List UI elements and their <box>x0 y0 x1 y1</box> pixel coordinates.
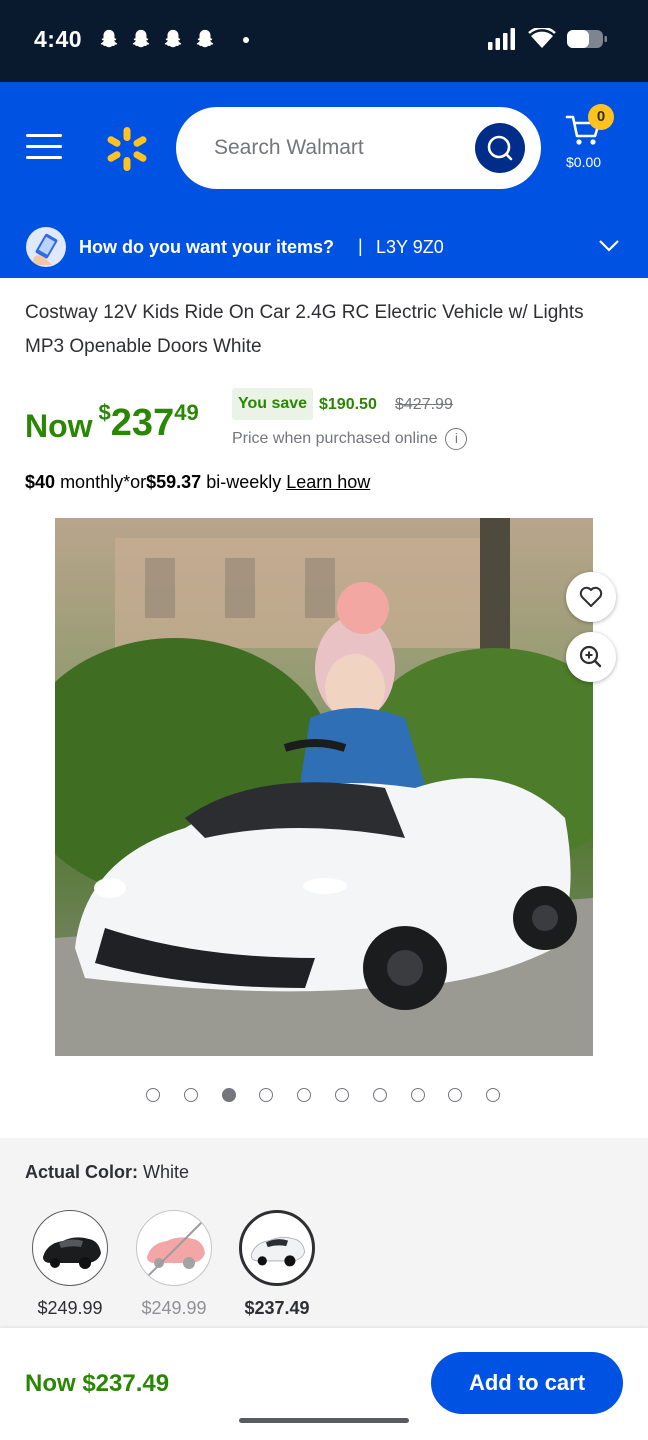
snapchat-icon <box>164 29 182 48</box>
chevron-down-icon <box>599 240 619 252</box>
status-bar: 4:40 <box>0 0 648 82</box>
signal-icon <box>488 28 515 50</box>
cart-button[interactable]: 0 $0.00 <box>562 104 622 174</box>
fulfillment-question: How do you want your items? <box>79 237 335 257</box>
product-title: Costway 12V Kids Ride On Car 2.4G RC Ele… <box>25 302 584 357</box>
search-icon <box>487 135 513 161</box>
current-price: Now $ 237 49 <box>25 398 199 445</box>
add-to-cart-button[interactable]: Add to cart <box>431 1352 623 1414</box>
swatch-black[interactable] <box>32 1210 108 1286</box>
carousel-dot[interactable] <box>146 1088 160 1102</box>
biweekly-text: bi-weekly <box>206 472 282 492</box>
battery-icon <box>567 30 607 48</box>
learn-how-link[interactable]: Learn how <box>286 472 370 492</box>
monthly-amount: $40 <box>25 472 56 492</box>
actual-color-title: Actual Color: <box>25 1162 139 1182</box>
search-bar <box>176 107 541 189</box>
price-prefix: Now <box>25 408 93 444</box>
save-amount: $190.50 <box>319 396 377 413</box>
notification-icons <box>98 28 216 50</box>
carousel-dot[interactable] <box>221 1088 236 1102</box>
swatch-white-price: $237.49 <box>244 1298 310 1318</box>
was-price: $427.99 <box>395 396 453 413</box>
phone-delivery-icon <box>26 227 66 267</box>
swatch-white[interactable] <box>239 1210 315 1286</box>
bottom-action-bar: Now $237.49 Add to cart <box>0 1328 648 1440</box>
online-note-text: Price when purchased online <box>232 430 438 447</box>
actual-color-label: Actual Color: White <box>25 1162 189 1183</box>
black-car-thumbnail <box>43 1237 101 1269</box>
carousel-dot[interactable] <box>297 1088 312 1102</box>
white-car-thumbnail <box>250 1236 306 1267</box>
more-notifications-dot <box>243 37 249 43</box>
biweekly-amount: $59.37 <box>146 472 202 492</box>
system-icons <box>488 28 608 50</box>
snapchat-icon <box>100 29 118 48</box>
carousel-dot[interactable] <box>334 1088 349 1102</box>
online-price-note: Price when purchased online i <box>232 428 468 450</box>
actual-color-value: White <box>143 1162 190 1182</box>
product-photo <box>55 518 593 1056</box>
home-indicator[interactable] <box>239 1418 409 1423</box>
hamburger-menu-button[interactable] <box>26 134 62 162</box>
zoom-in-icon <box>579 645 602 668</box>
swatch-red-price: $249.99 <box>141 1298 207 1318</box>
heart-icon <box>579 586 603 607</box>
carousel-dot[interactable] <box>448 1088 463 1102</box>
price-whole: 237 <box>110 402 175 444</box>
postal-code: L3Y 9Z0 <box>376 237 444 257</box>
walmart-spark-logo[interactable] <box>104 126 150 172</box>
menu-line <box>26 156 62 159</box>
status-time: 4:40 <box>34 26 83 52</box>
bottom-price: Now $237.49 <box>25 1370 170 1397</box>
fulfillment-separator: | <box>358 236 363 256</box>
carousel-dot[interactable] <box>259 1088 274 1102</box>
cart-count-badge: 0 <box>588 104 614 130</box>
carousel-dot[interactable] <box>486 1088 501 1102</box>
info-icon[interactable]: i <box>445 428 468 450</box>
fulfillment-selector[interactable]: How do you want your items? | L3Y 9Z0 <box>0 222 648 278</box>
search-button[interactable] <box>475 123 525 173</box>
you-save-badge: You save <box>232 388 314 420</box>
swatch-red[interactable] <box>136 1210 212 1286</box>
wifi-icon <box>528 28 556 48</box>
snapchat-icon <box>196 29 214 48</box>
carousel-dot[interactable] <box>410 1088 425 1102</box>
financing-line: $40 monthly*or$59.37 bi-weekly Learn how <box>25 472 370 493</box>
favorite-button[interactable] <box>566 572 616 622</box>
monthly-text: monthly*or <box>60 472 147 492</box>
carousel-dot[interactable] <box>183 1088 198 1102</box>
menu-line <box>26 134 62 137</box>
carousel-dot[interactable] <box>372 1088 387 1102</box>
price-currency: $ <box>98 400 111 425</box>
menu-line <box>26 145 62 148</box>
carousel-dots <box>146 1088 501 1102</box>
search-input[interactable] <box>214 129 464 167</box>
price-cents: 49 <box>174 400 199 425</box>
cart-total: $0.00 <box>566 154 602 170</box>
walmart-header: 0 $0.00 <box>0 82 648 222</box>
red-car-thumbnail <box>142 1216 208 1282</box>
variant-section: Actual Color: White $249.99 $249.99 $237… <box>0 1138 648 1328</box>
product-image[interactable] <box>55 518 593 1056</box>
snapchat-icon <box>132 29 150 48</box>
zoom-button[interactable] <box>566 632 616 682</box>
swatch-black-price: $249.99 <box>37 1298 103 1318</box>
